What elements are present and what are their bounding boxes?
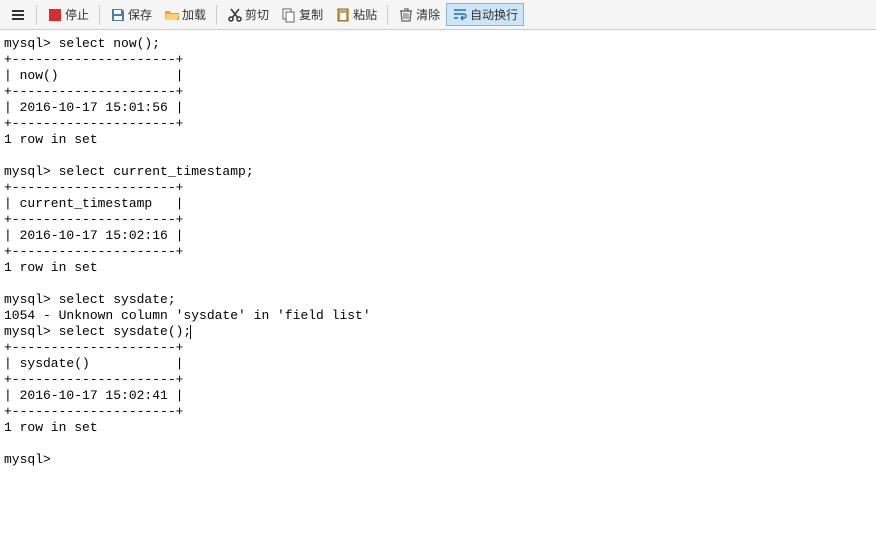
scissors-icon	[227, 7, 243, 23]
load-button[interactable]: 加载	[158, 3, 212, 26]
separator	[387, 5, 388, 25]
folder-open-icon	[164, 7, 180, 23]
console-line: mysql> select now();	[4, 36, 160, 51]
console-line: +---------------------+	[4, 52, 183, 67]
console-line: +---------------------+	[4, 404, 183, 419]
stop-label: 停止	[65, 6, 89, 23]
save-label: 保存	[128, 6, 152, 23]
cut-label: 剪切	[245, 6, 269, 23]
wrap-icon	[452, 7, 468, 23]
stop-icon	[47, 7, 63, 23]
clear-button[interactable]: 清除	[392, 3, 446, 26]
console-line: 1 row in set	[4, 260, 98, 275]
paste-icon	[335, 7, 351, 23]
wrap-label: 自动换行	[470, 6, 518, 23]
toolbar: 停止 保存 加载 剪切 复制 粘贴 清除	[0, 0, 876, 30]
wrap-button[interactable]: 自动换行	[446, 3, 524, 26]
separator	[99, 5, 100, 25]
console-line: 1 row in set	[4, 132, 98, 147]
console-line: 1054 - Unknown column 'sysdate' in 'fiel…	[4, 308, 371, 323]
paste-button[interactable]: 粘贴	[329, 3, 383, 26]
console-line: +---------------------+	[4, 180, 183, 195]
console-line: +---------------------+	[4, 116, 183, 131]
console-line: | sysdate() |	[4, 356, 183, 371]
separator	[36, 5, 37, 25]
menu-icon	[10, 7, 26, 23]
menu-button[interactable]	[4, 4, 32, 26]
save-button[interactable]: 保存	[104, 3, 158, 26]
console-line: | 2016-10-17 15:02:41 |	[4, 388, 183, 403]
console-line: 1 row in set	[4, 420, 98, 435]
trash-icon	[398, 7, 414, 23]
console-line: +---------------------+	[4, 244, 183, 259]
clear-label: 清除	[416, 6, 440, 23]
copy-button[interactable]: 复制	[275, 3, 329, 26]
load-label: 加载	[182, 6, 206, 23]
console-line: +---------------------+	[4, 212, 183, 227]
cut-button[interactable]: 剪切	[221, 3, 275, 26]
copy-label: 复制	[299, 6, 323, 23]
console-line: +---------------------+	[4, 372, 183, 387]
console-output[interactable]: mysql> select now(); +------------------…	[0, 30, 876, 541]
console-line: | current_timestamp |	[4, 196, 183, 211]
console-line: +---------------------+	[4, 340, 183, 355]
console-line: mysql>	[4, 452, 59, 467]
console-line: | now() |	[4, 68, 183, 83]
console-line: +---------------------+	[4, 84, 183, 99]
copy-icon	[281, 7, 297, 23]
console-line: mysql> select sysdate;	[4, 292, 176, 307]
console-line: | 2016-10-17 15:02:16 |	[4, 228, 183, 243]
console-line: mysql> select sysdate();	[4, 324, 191, 339]
separator	[216, 5, 217, 25]
paste-label: 粘贴	[353, 6, 377, 23]
save-icon	[110, 7, 126, 23]
console-line: | 2016-10-17 15:01:56 |	[4, 100, 183, 115]
console-line: mysql> select current_timestamp;	[4, 164, 254, 179]
stop-button[interactable]: 停止	[41, 3, 95, 26]
text-cursor	[190, 325, 191, 339]
